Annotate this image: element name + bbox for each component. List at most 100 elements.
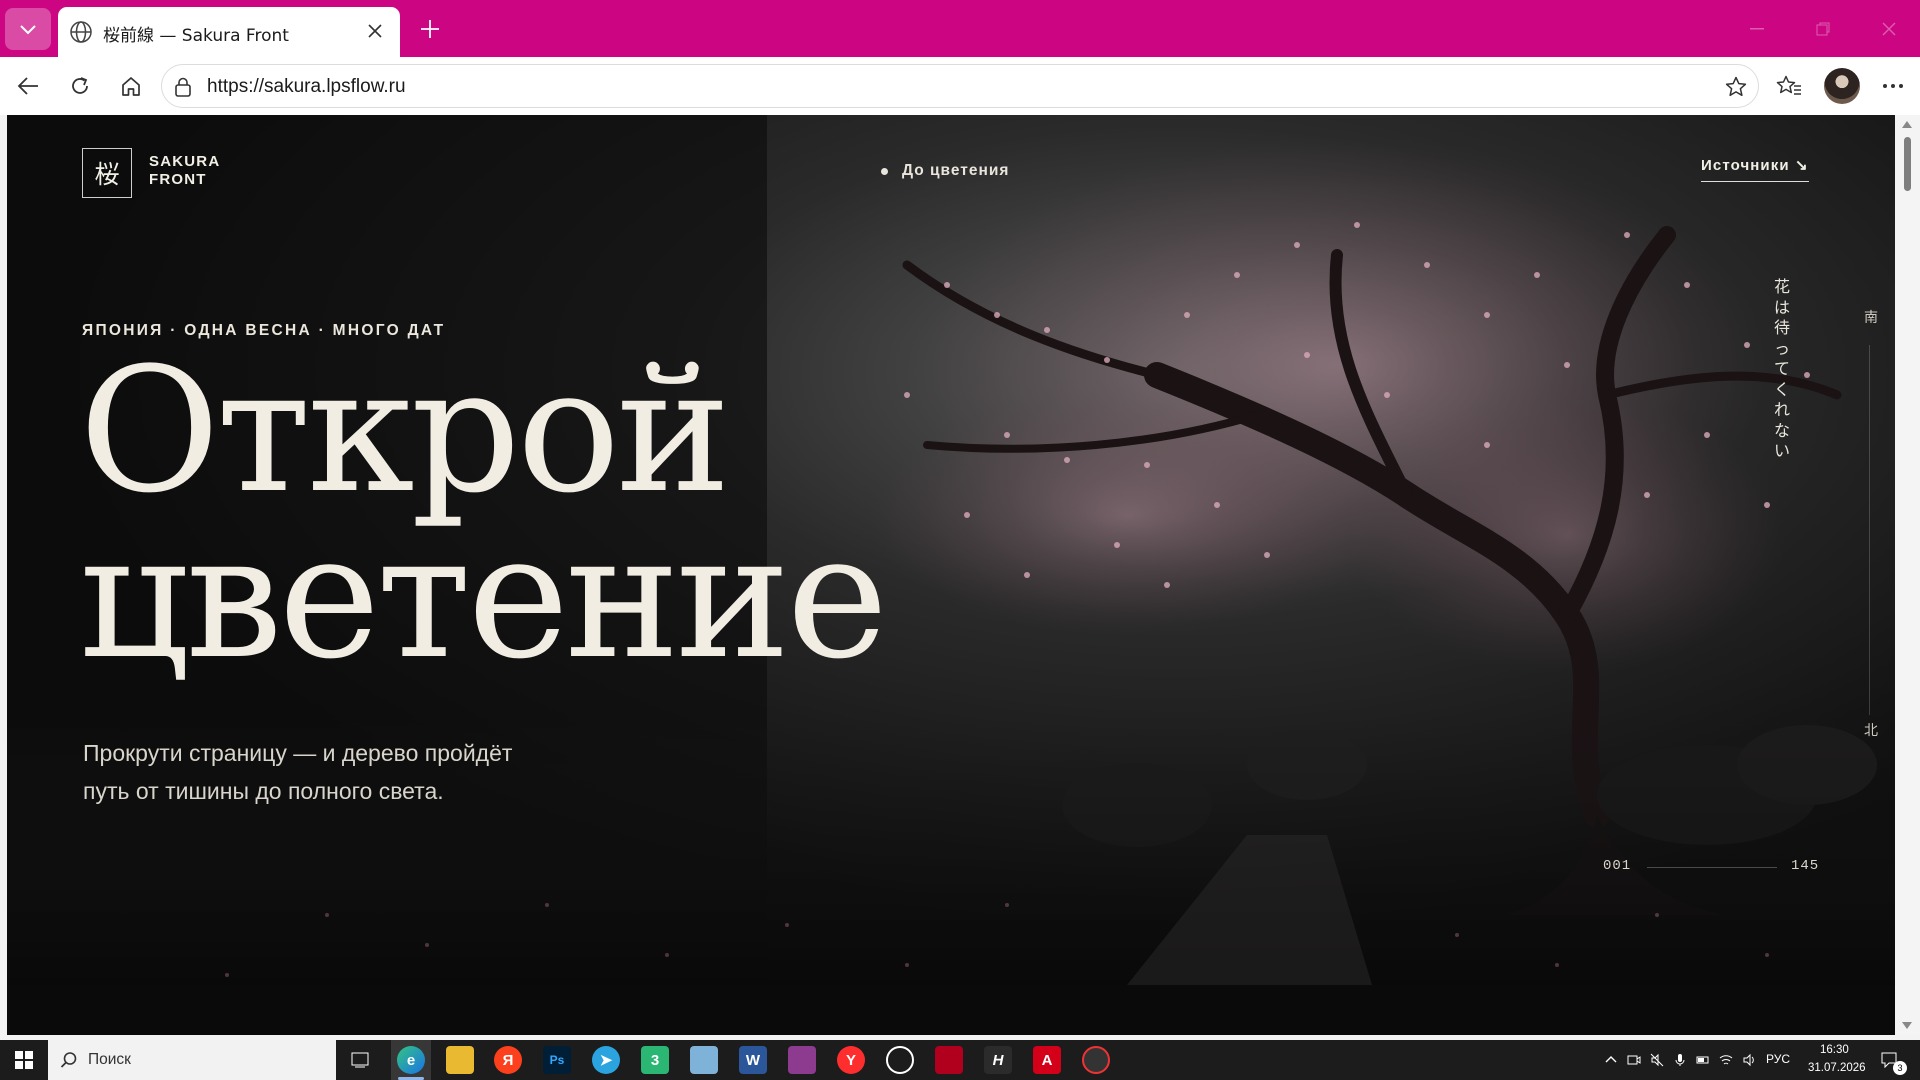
windows-taskbar: Поиск e Я Ps ➤ 3 W Y H A РУС 16:30 31.07…: [0, 1040, 1920, 1080]
profile-avatar[interactable]: [1824, 68, 1860, 104]
web-page: 桜 SAKURA FRONT До цветения Источники ↘ Я…: [7, 115, 1895, 1035]
arrow-left-icon: [17, 77, 38, 95]
star-icon[interactable]: [1724, 75, 1748, 99]
logo-line-2: FRONT: [149, 171, 207, 188]
favorites-button[interactable]: [1772, 69, 1806, 103]
notification-count-badge: 3: [1893, 1061, 1907, 1075]
globe-icon: [70, 21, 92, 43]
refresh-icon: [72, 77, 88, 94]
compass-scale-line: [1869, 345, 1870, 715]
nav-label: До цветения: [902, 162, 1010, 179]
headline-line-2: цветение: [79, 496, 888, 697]
scroll-down-arrow-icon[interactable]: [1902, 1022, 1912, 1029]
app-3-icon[interactable]: 3: [641, 1046, 669, 1074]
word-icon[interactable]: W: [739, 1046, 767, 1074]
compass-south-label: 南: [1864, 310, 1878, 326]
more-options-button[interactable]: [1876, 69, 1910, 103]
photoshop-icon[interactable]: Ps: [543, 1046, 571, 1074]
lead-line-2: путь от тишины до полного света.: [83, 778, 444, 804]
tab-actions-menu-button[interactable]: [5, 8, 51, 50]
vertical-char: は: [1773, 297, 1790, 317]
sources-link[interactable]: Источники ↘: [1701, 156, 1809, 182]
yandex-icon[interactable]: Я: [494, 1046, 522, 1074]
address-bar[interactable]: https://sakura.lpsflow.ru: [161, 64, 1759, 108]
vertical-char: い: [1773, 441, 1790, 460]
site-logo-mark[interactable]: 桜: [82, 148, 132, 198]
nav-bullet-dot: [881, 167, 888, 175]
vertical-char: 待: [1773, 318, 1790, 337]
tab-title: 桜前線 — Sakura Front: [103, 26, 289, 46]
home-icon: [122, 77, 140, 96]
vertical-char: っ: [1773, 338, 1790, 358]
notes-icon[interactable]: [690, 1046, 718, 1074]
lock-icon[interactable]: [172, 76, 194, 98]
back-button[interactable]: [11, 69, 45, 103]
volume-icon[interactable]: [1742, 1053, 1756, 1067]
start-button[interactable]: [0, 1040, 48, 1080]
plus-icon: [421, 20, 439, 38]
hero-headline: Открой цветение: [79, 330, 888, 697]
favorites-icon: [1776, 75, 1801, 95]
scrollbar-thumb[interactable]: [1904, 137, 1911, 191]
nav-until-bloom[interactable]: До цветения: [881, 162, 1009, 180]
meet-now-icon[interactable]: [1627, 1053, 1641, 1067]
progress-counter-start: 001: [1603, 858, 1632, 874]
restore-icon: [1816, 22, 1830, 36]
file-explorer-icon[interactable]: [446, 1046, 474, 1074]
progress-counter-end: 145: [1791, 858, 1820, 874]
close-icon: [368, 24, 382, 38]
mute-icon[interactable]: [1650, 1053, 1664, 1067]
refresh-button[interactable]: [63, 69, 97, 103]
new-tab-button[interactable]: [415, 14, 445, 44]
search-icon: [60, 1052, 77, 1068]
h-app-icon[interactable]: H: [984, 1046, 1012, 1074]
progress-track: [1647, 867, 1777, 868]
maximize-window-button[interactable]: [1806, 12, 1840, 46]
taskbar-search[interactable]: Поиск: [48, 1040, 336, 1080]
search-placeholder: Поиск: [88, 1051, 131, 1068]
clock-time: 16:30: [1820, 1044, 1849, 1056]
vertical-japanese-text: 花 は 待 っ て く れ な い: [1770, 277, 1794, 462]
telegram-icon[interactable]: ➤: [592, 1046, 620, 1074]
browser-toolbar: https://sakura.lpsflow.ru: [0, 57, 1920, 115]
task-view-icon[interactable]: [346, 1046, 374, 1074]
vertical-char: て: [1773, 359, 1790, 378]
close-tab-button[interactable]: [364, 20, 386, 42]
logo-line-1: SAKURA: [149, 153, 221, 170]
compass-north-label: 北: [1864, 723, 1878, 739]
chevron-up-icon[interactable]: [1604, 1053, 1618, 1067]
home-button[interactable]: [114, 69, 148, 103]
more-horizontal-icon: [1883, 84, 1903, 88]
battery-icon[interactable]: [1696, 1053, 1710, 1067]
site-logo-text[interactable]: SAKURA FRONT: [149, 153, 220, 189]
url-text[interactable]: https://sakura.lpsflow.ru: [207, 76, 406, 98]
vertical-char: れ: [1773, 400, 1790, 419]
vertical-char: 花: [1773, 277, 1790, 296]
browser-tab-bar: 桜前線 — Sakura Front: [0, 0, 1920, 57]
headline-line-1: Открой: [79, 330, 731, 531]
windows-logo-icon: [15, 1051, 33, 1069]
lead-line-1: Прокрути страницу — и дерево пройдёт: [83, 740, 513, 766]
minimize-window-button[interactable]: [1740, 12, 1774, 46]
close-icon: [1882, 22, 1896, 36]
hero-lead-text: Прокрути страницу — и дерево пройдёт пут…: [83, 734, 512, 810]
vertical-char: く: [1773, 379, 1790, 399]
vertical-char: な: [1773, 420, 1790, 440]
clock-date: 31.07.2026: [1808, 1062, 1866, 1074]
wifi-icon[interactable]: [1719, 1053, 1733, 1067]
microphone-icon[interactable]: [1673, 1053, 1687, 1067]
minimize-icon: [1750, 28, 1764, 30]
active-tab[interactable]: 桜前線 — Sakura Front: [58, 7, 400, 57]
app-red-icon[interactable]: [935, 1046, 963, 1074]
scroll-up-arrow-icon[interactable]: [1902, 121, 1912, 128]
chevron-down-icon: [20, 25, 36, 35]
edge-icon[interactable]: e: [397, 1046, 425, 1074]
close-window-button[interactable]: [1872, 12, 1906, 46]
winrar-icon[interactable]: [788, 1046, 816, 1074]
input-language[interactable]: РУС: [1766, 1052, 1790, 1066]
acrobat-icon[interactable]: A: [1033, 1046, 1061, 1074]
screen-recorder-icon[interactable]: [1082, 1046, 1110, 1074]
yandex-browser-icon[interactable]: Y: [837, 1046, 865, 1074]
chatgpt-icon[interactable]: [886, 1046, 914, 1074]
page-scrollbar[interactable]: [1895, 115, 1920, 1035]
